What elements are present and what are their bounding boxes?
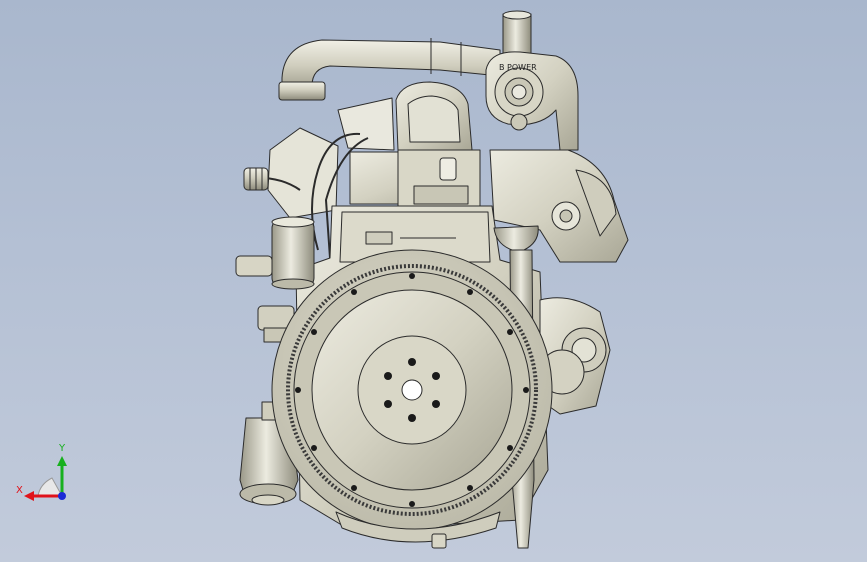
- left-bracket: [267, 127, 339, 219]
- graphics-viewport[interactable]: B POWER X Y: [0, 0, 867, 562]
- drain-plug: [431, 533, 447, 549]
- z-axis-dot: [58, 492, 66, 500]
- engine-model[interactable]: B POWER: [0, 0, 867, 562]
- triad-graphic: [24, 456, 67, 501]
- valve-cover: [395, 81, 473, 151]
- x-axis-label: X: [16, 485, 23, 496]
- y-axis-arrow: [57, 456, 67, 466]
- injection-pump: [349, 149, 481, 209]
- y-axis-label: Y: [59, 443, 66, 454]
- turbocharger: B POWER: [485, 51, 579, 151]
- turbo-badge-text: B POWER: [499, 63, 537, 72]
- x-axis-arrow: [24, 491, 34, 501]
- oil-filter-upper: [271, 216, 315, 290]
- triad-plane: [37, 477, 63, 497]
- heat-shield: [337, 97, 395, 151]
- intake-pipe: [278, 38, 501, 101]
- axis-triad: X Y: [10, 438, 80, 508]
- breather-hose: [243, 167, 269, 191]
